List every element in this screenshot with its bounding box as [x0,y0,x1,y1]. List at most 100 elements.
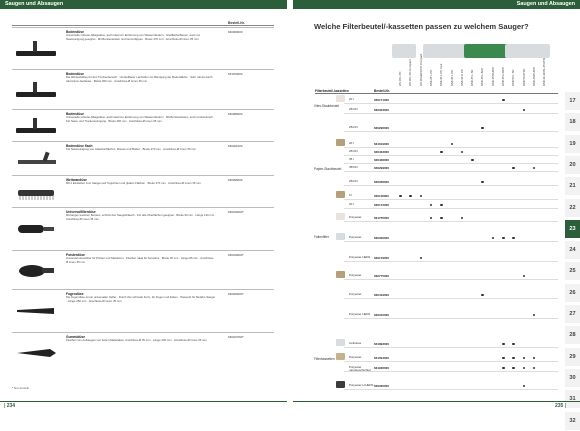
chapter-tab-27[interactable]: 27 [565,304,580,323]
vacuum-model-image [392,44,416,58]
compatibility-dot [502,356,505,359]
filter-row: 25/30 l 630433000 [344,148,558,156]
product-description: Universal einsetzbar für Polster und Mat… [66,256,214,264]
table-header: Filterbeutel/-kassetten Bestell-Nr. [315,88,558,94]
filter-row: Polyester HEPA 630179000 [344,254,558,262]
chapter-tab-18[interactable]: 18 [565,112,580,132]
filter-row: 25/30 l 630323000 [344,106,558,114]
filter-row: 35 l 630436000 [344,156,558,164]
product-order-number: 630266000 [228,178,243,182]
compatibility-dot [532,166,536,169]
header-order-number: Bestell-Nr. [374,89,390,93]
chapter-tab-20[interactable]: 20 [565,154,580,174]
chapter-tab-30[interactable]: 30 [565,367,580,387]
product-image [12,70,62,109]
filter-order-number: 631755000 [374,216,390,220]
vacuum-model-label: ASA 30 L PC Inox [439,63,444,86]
compatibility-dot [429,216,433,219]
filter-order-number: 631936000 [374,366,390,370]
vacuum-model-label: ASR 50 M SC [521,68,526,86]
product-image [12,176,62,207]
filter-order-number: 630436000 [374,158,390,162]
chapter-tab-19[interactable]: 19 [565,133,580,153]
product-row: Bodendüse Universelle robuste Alltagsdüse… [12,109,274,141]
compatibility-dot [491,236,495,239]
filter-image [336,191,345,198]
right-header: Saugen und Absaugen [293,0,580,9]
chapter-tab-28[interactable]: 28 [565,325,580,345]
filter-image [336,353,345,360]
vacuum-model-label: AS 18 L PC [398,71,402,86]
filter-order-number: 631619000 [374,142,390,146]
order-number-header: Bestell-Nr. [12,19,274,26]
vacuum-model-label: ASR 2025 ACP [531,66,536,86]
product-image [12,28,62,69]
compatibility-dot [522,366,526,369]
filter-image [336,233,345,240]
filter-order-number: 630419000 [374,293,390,297]
product-row: Gummidüse Flexibel zum Aufsaugen von fein… [12,332,274,372]
compatibility-dot [440,216,443,219]
vacuum-model-label: ASR 35 L ACP [480,67,485,86]
filter-image [336,381,345,388]
column-header-label: Bestell-Nr. [228,21,245,25]
product-order-number: 630320000* [228,292,244,296]
chapter-tab-25[interactable]: 25 [565,261,580,281]
product-description: Die Allzweckdüse für den Trockenbereich … [66,75,213,83]
filter-order-number: 630775000 [374,274,390,278]
compatibility-dot [481,126,484,129]
compatibility-dot [522,384,526,387]
vacuum-model-label: ASA 30 H PC [459,69,464,86]
chapter-tab-17[interactable]: 17 [565,91,580,110]
product-image [12,251,62,289]
product-image [12,142,62,175]
filter-row: Polyester HEPA 630310000 [344,311,558,319]
chapter-tab-21[interactable]: 21 [565,176,580,196]
product-order-number: 630321000 [228,144,243,148]
compatibility-dot [502,366,505,369]
product-description: Flexibel zum Aufsaugen von feinen Materi… [66,338,207,342]
footnote: * Nur einzeln [12,386,30,390]
product-description: Universelle robuste Alltagsdüse, auch id… [66,115,215,123]
compatibility-dot [522,274,526,277]
chapter-tab-32[interactable]: 32 [565,410,580,430]
compatibility-dot [532,366,536,369]
filter-image [336,139,345,146]
compatibility-dot [512,342,515,345]
compatibility-dot [532,356,536,359]
filter-row: 6 l 630118000 [344,192,558,200]
compatibility-dot [512,166,515,169]
compatibility-dot [502,342,505,345]
filter-row: 20 l 630172000 [344,201,558,209]
vacuum-model-label: ASR 25 L SC [470,69,475,86]
vacuum-model-label: ASR 50 L SC [511,69,516,86]
compatibility-dot [512,236,515,239]
compatibility-dot [481,293,484,296]
compatibility-dot [419,256,423,259]
header-filter: Filterbeutel/-kassetten [315,89,349,93]
product-row: Polsterdüse Universal einsetzbar für Pols… [12,250,274,289]
left-page-number: 234 [6,403,16,409]
vacuum-model-label: AS 18 L PC Compact [408,59,413,86]
vacuum-model-label: ASA 30 L PC [449,69,454,86]
filter-order-number: 630433000 [374,150,390,154]
chapter-tab-22[interactable]: 22 [565,197,580,217]
chapter-tab-23[interactable]: 23 [565,218,580,238]
right-page-number: 235 [554,403,564,409]
compatibility-dot [522,108,526,111]
product-row: Bodendüse Universelle robuste Alltagsdüse… [12,27,274,69]
filter-order-number: 630296000 [374,126,390,130]
chapter-tab-26[interactable]: 26 [565,282,580,302]
chapter-tab-24[interactable]: 24 [565,240,580,260]
filter-group-label: Vlies-Staubbeutel [314,104,339,108]
compatibility-dot [429,203,433,206]
product-row: Fugendüse Die Fugendüse ist ein universel… [12,289,274,332]
compatibility-dot [532,313,536,316]
product-description: Mit langen weichen Borsten, schützt den … [66,213,216,221]
filter-order-number: 630335000 [374,384,390,388]
compatibility-dot [440,203,443,206]
filter-order-number: 630299000 [374,166,390,170]
filter-image [336,95,345,102]
chapter-tab-29[interactable]: 29 [565,346,580,366]
compatibility-dot [450,142,453,145]
